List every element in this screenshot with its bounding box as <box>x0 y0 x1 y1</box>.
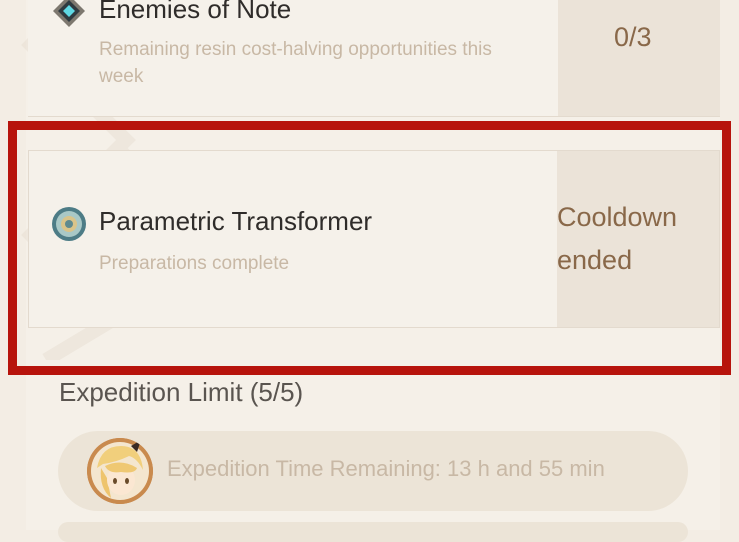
enemies-diamond-icon <box>53 0 85 27</box>
enemies-subtitle: Remaining resin cost-halving opportuniti… <box>99 39 492 87</box>
character-portrait-icon <box>87 438 153 504</box>
enemies-count: 0/3 <box>614 22 652 52</box>
enemies-title: Enemies of Note <box>99 0 292 24</box>
highlight-box <box>8 121 731 375</box>
expedition-limit-header: Expedition Limit (5/5) <box>59 377 304 407</box>
expedition-item-next[interactable] <box>58 522 688 542</box>
character-avatar <box>87 438 153 504</box>
expedition-time-remaining: Expedition Time Remaining: 13 h and 55 m… <box>167 456 605 481</box>
